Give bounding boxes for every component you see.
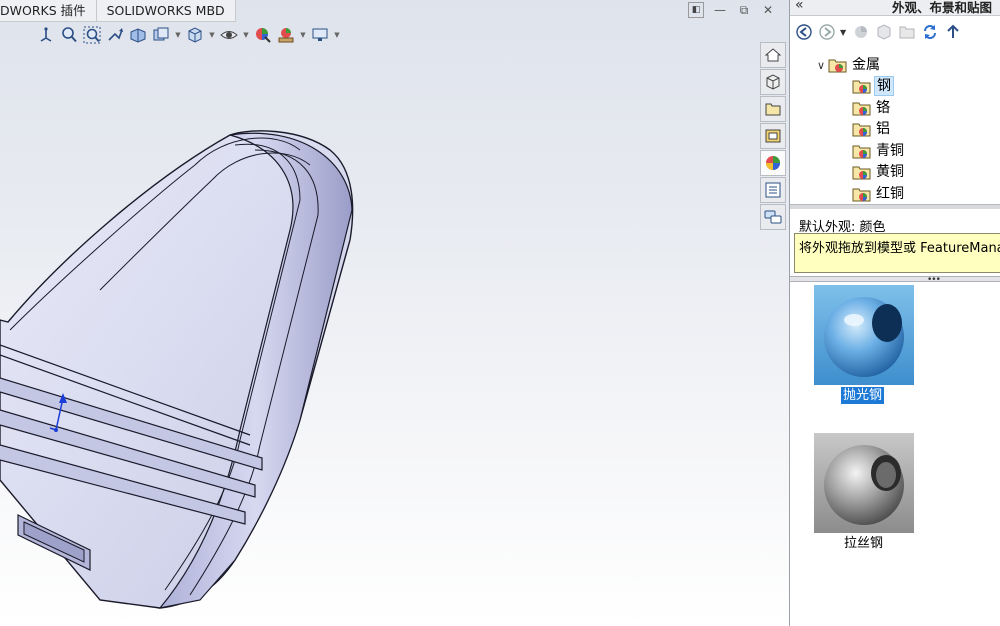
- maximize-icon[interactable]: ⧉: [736, 2, 752, 18]
- forward-icon[interactable]: [817, 22, 837, 42]
- appearance-tree: ∨ 金属 钢铬铝青铜黄铜红铜: [790, 54, 1000, 204]
- appearance-folder-icon: [852, 188, 871, 201]
- graphics-area[interactable]: DWORKS 插件 SOLIDWORKS MBD ◧ — ⧉ ✕ ▼ ▼ ▼ ▼…: [0, 0, 790, 626]
- polished-steel-swatch[interactable]: [814, 285, 914, 385]
- restore-layout-icon[interactable]: ◧: [688, 2, 704, 18]
- custom-properties-icon[interactable]: [760, 177, 786, 203]
- tree-item[interactable]: 铬: [852, 98, 892, 118]
- chevron-down-icon[interactable]: ▼: [208, 25, 216, 45]
- chevron-down-icon[interactable]: ▼: [299, 25, 307, 45]
- 3d-parts-library-icon[interactable]: [760, 69, 786, 95]
- library-cube-icon[interactable]: [874, 22, 894, 42]
- appearance-folder-icon: [852, 145, 871, 158]
- appearances-icon[interactable]: [760, 150, 786, 176]
- swatch-label-polished-steel[interactable]: 抛光钢: [841, 387, 885, 404]
- folder-icon[interactable]: [897, 22, 917, 42]
- chevron-down-icon[interactable]: ∨: [814, 59, 828, 72]
- 3d-model[interactable]: [0, 0, 790, 626]
- zoom-to-area-icon[interactable]: [82, 25, 102, 45]
- panel-title: 外观、布景和贴图: [891, 0, 992, 15]
- tree-item[interactable]: 黄铜: [852, 162, 906, 182]
- tab-solidworks-addins[interactable]: DWORKS 插件: [0, 0, 97, 22]
- panel-header: « 外观、布景和贴图: [790, 0, 1000, 16]
- tree-item-label: 黄铜: [876, 164, 904, 180]
- view-orientation-icon[interactable]: [36, 25, 56, 45]
- previous-view-icon[interactable]: [105, 25, 125, 45]
- swatch-label-brushed-steel[interactable]: 拉丝钢: [842, 535, 885, 552]
- tree-item[interactable]: 钢: [852, 76, 894, 96]
- folder-icon: [828, 59, 847, 73]
- tree-item-label: 青铜: [876, 142, 904, 159]
- view-settings-icon[interactable]: [310, 25, 330, 45]
- dynamic-annotation-views-icon[interactable]: [151, 25, 171, 45]
- tree-item-label: 铬: [876, 99, 890, 116]
- home-icon[interactable]: [760, 42, 786, 68]
- pane-splitter[interactable]: •••: [790, 275, 1000, 285]
- back-icon[interactable]: [794, 22, 814, 42]
- appearance-folder-icon: [852, 102, 871, 115]
- appearances-scenes-decals-panel: « 外观、布景和贴图 ▼ ∨ 金属 钢铬铝青铜 黄铜红铜 默认外观: 颜色 将外…: [789, 0, 1000, 626]
- chevron-down-icon[interactable]: ▼: [174, 25, 182, 45]
- appearance-info: 默认外观: 颜色 将外观拖放到模型或 FeatureManager: [790, 212, 1000, 278]
- file-explorer-icon[interactable]: [760, 96, 786, 122]
- display-style-icon[interactable]: [219, 25, 239, 45]
- add-to-library-icon[interactable]: [851, 22, 871, 42]
- tree-item-label: 红铜: [876, 185, 904, 202]
- view-palette-icon[interactable]: [760, 123, 786, 149]
- drag-tip-tooltip: 将外观拖放到模型或 FeatureManager: [794, 233, 1000, 273]
- forum-icon[interactable]: [760, 204, 786, 230]
- tree-item[interactable]: 铝: [852, 119, 892, 139]
- view-orientation-cube-icon[interactable]: [185, 25, 205, 45]
- chevron-down-icon[interactable]: ▼: [242, 25, 250, 45]
- up-arrow-icon[interactable]: [943, 22, 963, 42]
- tree-item[interactable]: 红铜: [852, 184, 906, 204]
- appearance-folder-icon: [852, 123, 871, 137]
- appearance-folder-icon: [852, 80, 871, 94]
- document-tabs: DWORKS 插件 SOLIDWORKS MBD: [0, 0, 236, 22]
- collapse-panel-icon[interactable]: «: [795, 0, 804, 13]
- brushed-steel-swatch[interactable]: [814, 433, 914, 533]
- close-icon[interactable]: ✕: [760, 2, 776, 18]
- heads-up-view-toolbar: ▼ ▼ ▼ ▼ ▼: [36, 25, 341, 45]
- appearance-gallery: 抛光钢 拉丝钢: [790, 283, 1000, 626]
- minimize-icon[interactable]: —: [712, 2, 728, 18]
- tree-item-label: 钢: [874, 76, 894, 96]
- chevron-down-icon[interactable]: ▼: [840, 28, 848, 37]
- appearance-folder-icon: [852, 166, 871, 180]
- panel-toolbar: ▼: [790, 20, 1000, 44]
- window-controls: ◧ — ⧉ ✕: [688, 2, 776, 18]
- tree-item-label: 铝: [876, 121, 890, 137]
- zoom-to-fit-icon[interactable]: [59, 25, 79, 45]
- horizontal-scrollbar[interactable]: [790, 204, 1000, 209]
- tree-item[interactable]: 青铜: [852, 141, 906, 161]
- chevron-down-icon[interactable]: ▼: [333, 25, 341, 45]
- refresh-icon[interactable]: [920, 22, 940, 42]
- tree-folder-metal[interactable]: ∨ 金属: [814, 55, 882, 75]
- task-pane-tabs: [758, 40, 788, 230]
- apply-scene-icon[interactable]: [276, 25, 296, 45]
- edit-appearance-icon[interactable]: [253, 25, 273, 45]
- section-view-icon[interactable]: [128, 25, 148, 45]
- tab-solidworks-mbd[interactable]: SOLIDWORKS MBD: [96, 0, 236, 22]
